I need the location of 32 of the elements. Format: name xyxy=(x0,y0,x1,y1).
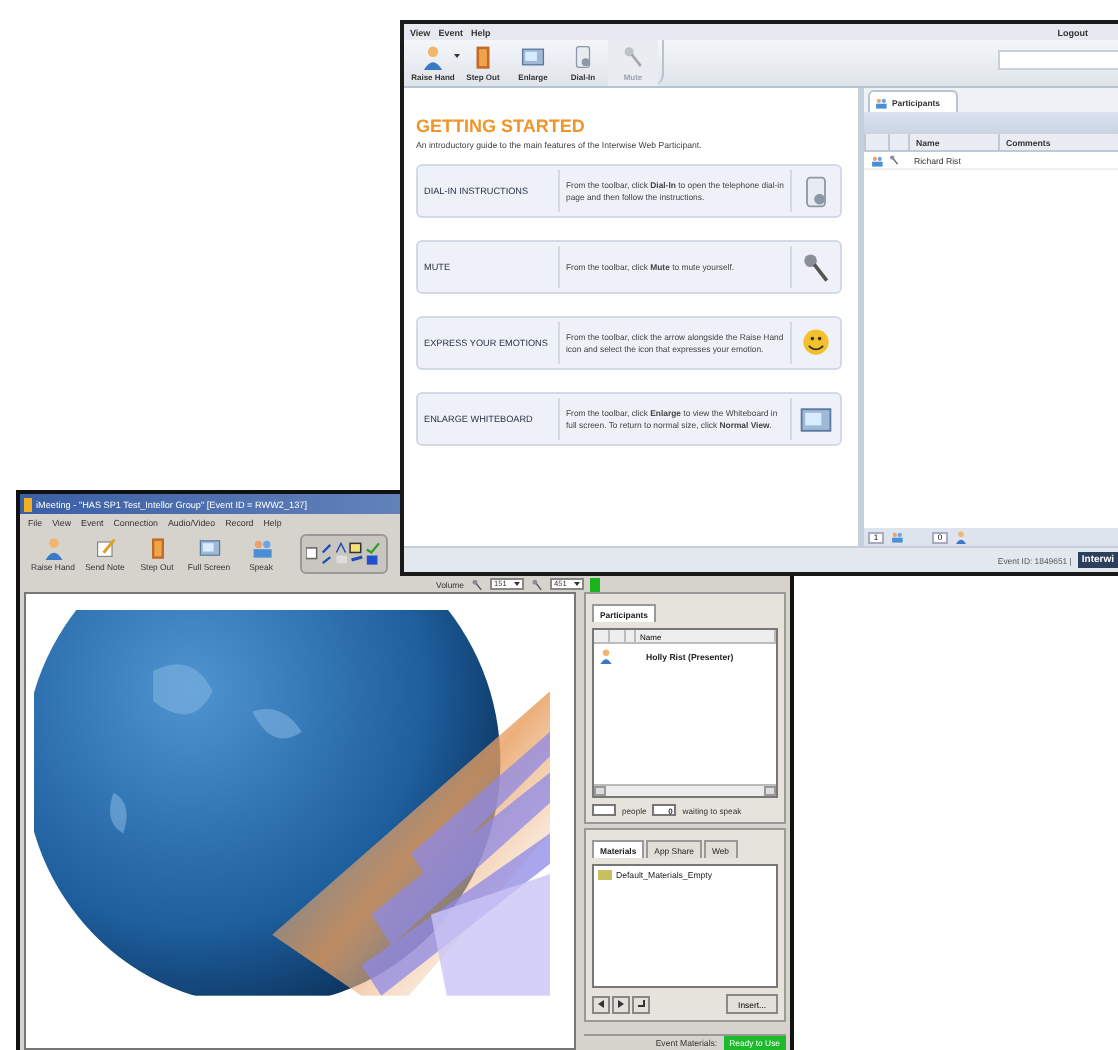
people-count xyxy=(592,804,616,816)
microphone-icon xyxy=(798,249,834,285)
previous-button[interactable] xyxy=(592,995,610,1013)
folder-icon xyxy=(598,870,612,880)
level-indicator xyxy=(590,577,600,591)
person-icon xyxy=(420,44,446,70)
people-icon xyxy=(249,535,273,559)
left-arrow-icon xyxy=(598,1000,604,1008)
pencil-note-icon xyxy=(93,535,117,559)
screen-icon xyxy=(197,535,221,559)
microphone-icon xyxy=(888,154,900,166)
microphone-icon xyxy=(620,44,646,70)
scrollbar[interactable] xyxy=(594,784,776,796)
screen-icon xyxy=(520,44,546,70)
presenter-icon xyxy=(598,648,614,664)
page-heading: GETTING STARTED xyxy=(416,116,587,136)
phone-icon xyxy=(570,44,596,70)
people-icon xyxy=(890,530,904,544)
caret-icon xyxy=(454,53,460,57)
right-arrow-icon xyxy=(618,1000,624,1008)
return-button[interactable] xyxy=(632,995,650,1013)
caret-icon xyxy=(514,582,520,586)
smiley-icon xyxy=(798,325,834,361)
next-button[interactable] xyxy=(612,995,630,1013)
person-icon xyxy=(954,530,968,544)
caret-icon xyxy=(574,582,580,586)
microphone-icon xyxy=(530,577,544,591)
app-icon xyxy=(24,497,32,511)
input-field[interactable] xyxy=(998,50,1118,70)
people-icon xyxy=(869,153,883,167)
person-icon xyxy=(41,535,65,559)
people-icon xyxy=(874,95,888,109)
